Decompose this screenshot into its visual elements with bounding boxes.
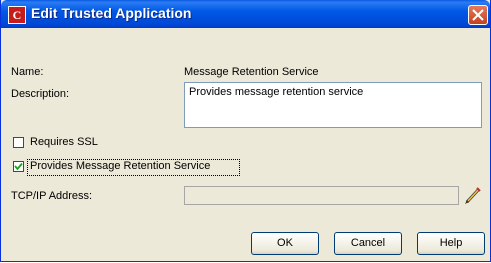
tcpip-field[interactable] (184, 186, 459, 205)
dialog-window: C Edit Trusted Application Name: Message… (0, 0, 491, 262)
pencil-icon (465, 187, 481, 204)
description-field[interactable]: Provides message retention service (184, 82, 482, 128)
app-icon: C (8, 6, 26, 24)
close-icon (472, 9, 484, 21)
ok-button[interactable]: OK (251, 232, 319, 255)
requires-ssl-checkbox[interactable] (13, 137, 24, 148)
title-bar[interactable]: C Edit Trusted Application (1, 0, 490, 28)
provides-mrs-checkbox[interactable] (13, 161, 24, 172)
description-text: Provides message retention service (189, 86, 364, 98)
help-button[interactable]: Help (417, 232, 485, 255)
description-label: Description: (11, 88, 70, 100)
provides-mrs-label[interactable]: Provides Message Retention Service (30, 160, 210, 172)
cancel-button[interactable]: Cancel (334, 232, 402, 255)
tcpip-label: TCP/IP Address: (11, 190, 93, 202)
close-button[interactable] (468, 5, 488, 25)
checkmark-icon (14, 162, 23, 171)
dialog-title: Edit Trusted Application (31, 5, 192, 21)
name-value: Message Retention Service (184, 66, 319, 78)
dialog-body: Name: Message Retention Service Descript… (1, 28, 490, 261)
edit-address-button[interactable] (462, 185, 484, 206)
name-label: Name: (11, 66, 44, 78)
requires-ssl-label[interactable]: Requires SSL (30, 136, 98, 148)
